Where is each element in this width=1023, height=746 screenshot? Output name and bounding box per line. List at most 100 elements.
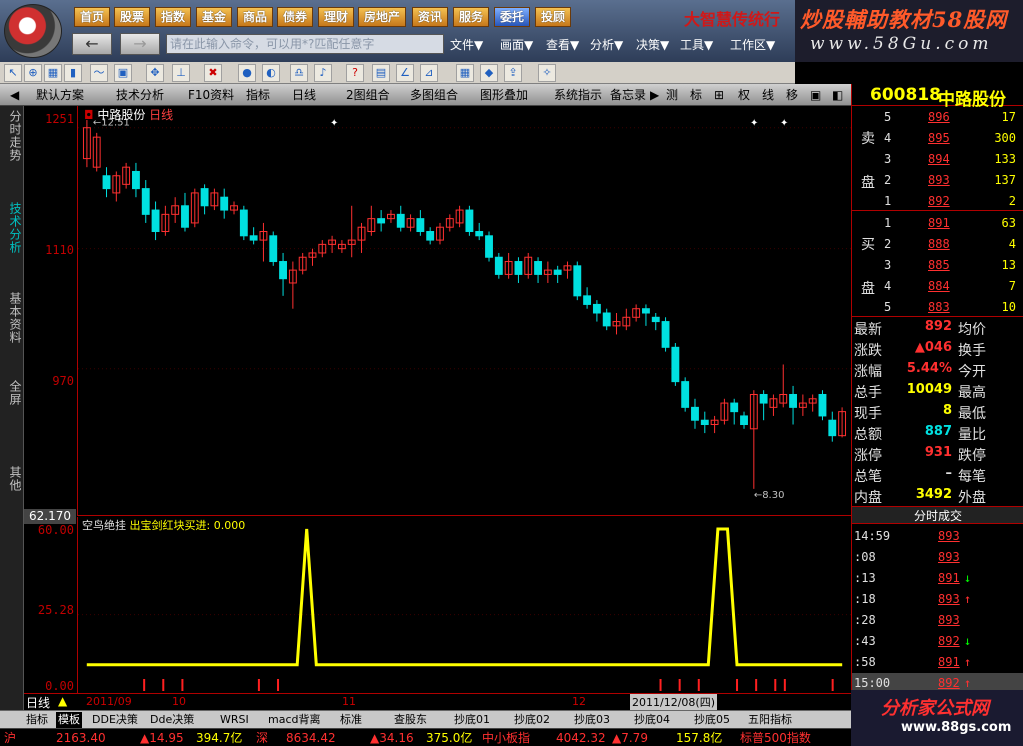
- tab-item-1[interactable]: 技术分析: [116, 86, 164, 104]
- angle-icon[interactable]: ∠: [396, 64, 414, 82]
- window-max-icon[interactable]: ▣: [810, 86, 821, 104]
- line-icon[interactable]: 〜: [90, 64, 108, 82]
- candle-icon[interactable]: ▮: [64, 64, 82, 82]
- export-icon[interactable]: ⇪: [504, 64, 522, 82]
- formula-tab-10[interactable]: 抄底03: [574, 712, 610, 728]
- window-icon[interactable]: ▣: [114, 64, 132, 82]
- formula-tab-11[interactable]: 抄底04: [634, 712, 670, 728]
- menu-button-0[interactable]: 首页: [74, 7, 111, 27]
- formula-tab-9[interactable]: 抄底02: [514, 712, 550, 728]
- color-icon[interactable]: ●: [238, 64, 256, 82]
- menu-button-8[interactable]: 资讯: [412, 7, 449, 27]
- chart-icon[interactable]: ▤: [372, 64, 390, 82]
- tab-item-8[interactable]: 系统指示: [554, 86, 602, 104]
- pin-icon[interactable]: ⊥: [172, 64, 190, 82]
- bid-row[interactable]: 4 884 7: [852, 276, 1023, 297]
- calc-icon[interactable]: ▦: [456, 64, 474, 82]
- period-triangle-icon[interactable]: ▲: [58, 694, 67, 708]
- ask-row[interactable]: 5 896 17: [852, 107, 1023, 128]
- submenu-item-4[interactable]: 决策▼: [636, 36, 669, 53]
- tab-item-3[interactable]: 指标: [246, 86, 270, 104]
- candlestick-chart[interactable]: ←12.51←8.30✦ ✦ ✦: [78, 106, 851, 516]
- bid-row[interactable]: 2 888 4: [852, 234, 1023, 255]
- indicator-chart[interactable]: [78, 517, 851, 693]
- back-arrow-icon[interactable]: ←: [72, 33, 112, 55]
- cursor-icon[interactable]: ↖: [4, 64, 22, 82]
- formula-tab-6[interactable]: 标准: [340, 712, 362, 728]
- menu-button-5[interactable]: 债券: [277, 7, 314, 27]
- tab-item-14[interactable]: 移: [786, 86, 798, 104]
- menu-button-11[interactable]: 投顾: [535, 7, 572, 27]
- command-input[interactable]: 请在此输入命令，可以用*?匹配任意字: [166, 34, 444, 54]
- trades-title[interactable]: 分时成交: [852, 506, 1023, 524]
- price: 892: [928, 194, 950, 208]
- menu-button-2[interactable]: 指数: [155, 7, 192, 27]
- palette-icon[interactable]: ◐: [262, 64, 280, 82]
- formula-tab-7[interactable]: 查股东: [394, 712, 427, 728]
- formula-tab-13[interactable]: 五阳指标: [748, 712, 792, 728]
- window-close-icon[interactable]: ◧: [832, 86, 843, 104]
- tab-item-4[interactable]: 日线: [292, 86, 316, 104]
- submenu-item-2[interactable]: 查看▼: [546, 36, 579, 53]
- menu-button-10[interactable]: 委托: [494, 7, 531, 27]
- menu-button-7[interactable]: 房地产: [358, 7, 407, 27]
- menu-button-3[interactable]: 基金: [196, 7, 233, 27]
- formula-tab-1[interactable]: 模板: [56, 712, 82, 728]
- bid-row[interactable]: 5 883 10: [852, 297, 1023, 318]
- submenu-item-6[interactable]: 工作区▼: [730, 36, 775, 53]
- view-tab-1[interactable]: 技术分析: [2, 202, 22, 254]
- menu-button-1[interactable]: 股票: [114, 7, 151, 27]
- submenu-item-3[interactable]: 分析▼: [590, 36, 623, 53]
- ask-row[interactable]: 4 895 300: [852, 128, 1023, 149]
- help-icon[interactable]: ?: [346, 64, 364, 82]
- view-tab-3[interactable]: 全屏: [2, 380, 22, 406]
- formula-tab-12[interactable]: 抄底05: [694, 712, 730, 728]
- candle-body: [828, 419, 837, 437]
- tab-right-arrow-icon[interactable]: ▶: [650, 86, 659, 104]
- formula-tab-4[interactable]: WRSI: [220, 712, 249, 728]
- ruler-icon[interactable]: ⊿: [420, 64, 438, 82]
- tab-item-13[interactable]: 线: [762, 86, 774, 104]
- formula-tab-0[interactable]: 指标: [26, 712, 48, 728]
- bid-row[interactable]: 3 885 13: [852, 255, 1023, 276]
- grid-icon[interactable]: ▦: [44, 64, 62, 82]
- tab-item-2[interactable]: F10资料: [188, 86, 234, 104]
- view-tab-2[interactable]: 基本资料: [2, 292, 22, 344]
- app-logo-icon[interactable]: [4, 4, 62, 58]
- ask-row[interactable]: 1 892 2: [852, 191, 1023, 212]
- tab-item-10[interactable]: 测: [666, 86, 678, 104]
- tab-item-12[interactable]: 权: [738, 86, 750, 104]
- formula-tab-5[interactable]: macd背离: [268, 712, 321, 728]
- delete-icon[interactable]: ✖: [204, 64, 222, 82]
- menu-button-4[interactable]: 商品: [237, 7, 274, 27]
- news-icon[interactable]: ◆: [480, 64, 498, 82]
- forward-arrow-icon[interactable]: →: [120, 33, 160, 55]
- submenu-item-1[interactable]: 画面▼: [500, 36, 533, 53]
- crosshair-icon[interactable]: ⊞: [714, 86, 724, 104]
- ask-row[interactable]: 2 893 137: [852, 170, 1023, 191]
- tab-item-6[interactable]: 多图组合: [410, 86, 458, 104]
- view-tab-0[interactable]: 分时走势: [2, 110, 22, 162]
- submenu-item-0[interactable]: 文件▼: [450, 36, 483, 53]
- zoom-icon[interactable]: ⊕: [24, 64, 42, 82]
- submenu-item-5[interactable]: 工具▼: [680, 36, 713, 53]
- ask-row[interactable]: 3 894 133: [852, 149, 1023, 170]
- star-icon[interactable]: ✧: [538, 64, 556, 82]
- tab-item-9[interactable]: 备忘录: [610, 86, 646, 104]
- menu-button-9[interactable]: 服务: [453, 7, 490, 27]
- date-axis: 日线 ▲ 2011/09 10 11 12 2011/12/08(四): [24, 693, 851, 710]
- tab-item-7[interactable]: 图形叠加: [480, 86, 528, 104]
- tab-left-arrow-icon[interactable]: ◀: [10, 86, 19, 104]
- formula-tab-3[interactable]: Dde决策: [150, 712, 194, 728]
- tab-item-11[interactable]: 标: [690, 86, 702, 104]
- formula-tab-8[interactable]: 抄底01: [454, 712, 490, 728]
- tab-item-5[interactable]: 2图组合: [346, 86, 390, 104]
- bell-icon[interactable]: ♪: [314, 64, 332, 82]
- view-tab-4[interactable]: 其他: [2, 466, 22, 492]
- balance-icon[interactable]: ♎: [290, 64, 308, 82]
- move-icon[interactable]: ✥: [146, 64, 164, 82]
- tab-item-0[interactable]: 默认方案: [36, 86, 84, 104]
- formula-tab-2[interactable]: DDE决策: [92, 712, 138, 728]
- menu-button-6[interactable]: 理财: [318, 7, 355, 27]
- bid-row[interactable]: 1 891 63: [852, 213, 1023, 234]
